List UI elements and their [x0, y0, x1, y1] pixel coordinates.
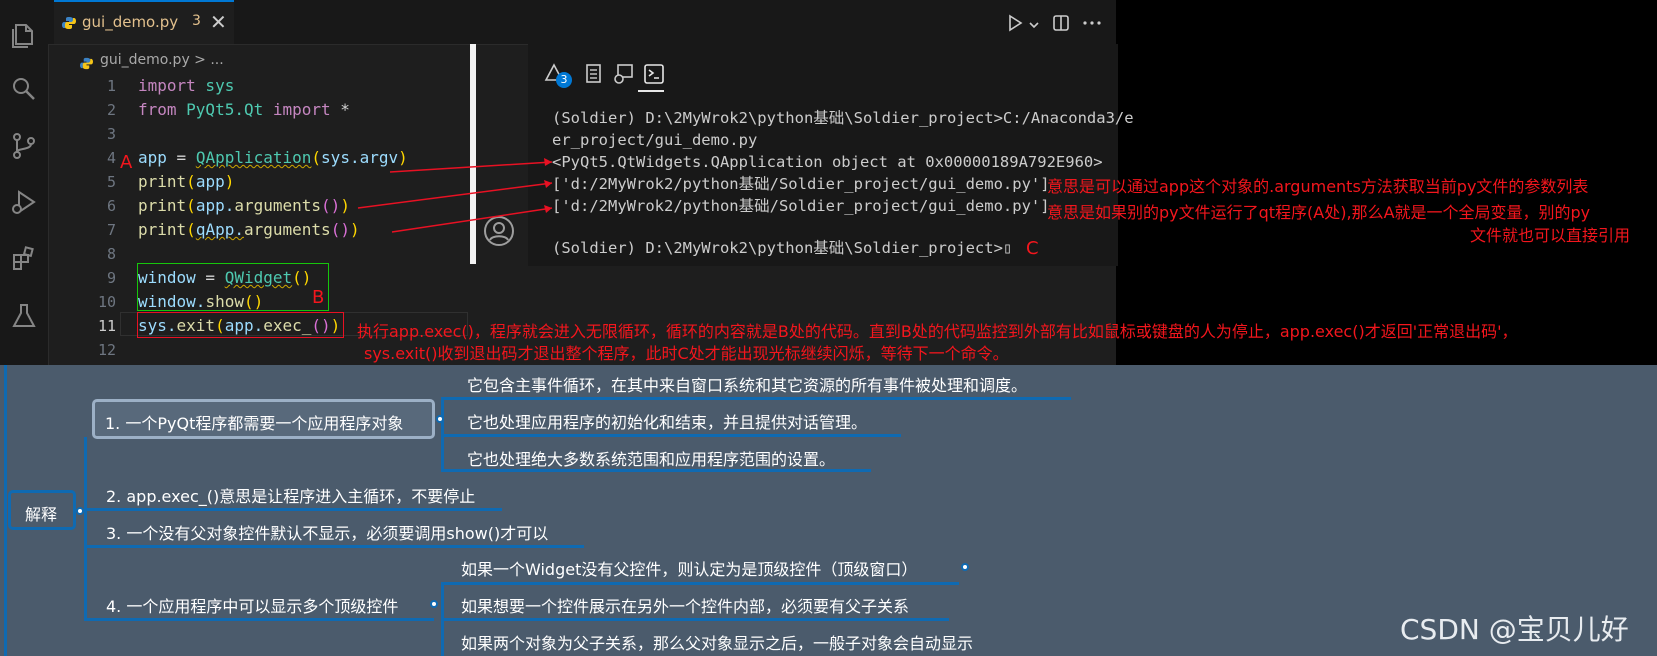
- connector-line: [84, 618, 434, 621]
- annotation-note: 文件就也可以直接引用: [1470, 226, 1631, 245]
- annotation-note: sys.exit()收到退出码才退出整个程序，此时C处才能出现光标继续闪烁，等待…: [364, 344, 1009, 363]
- root-label: 解释: [25, 505, 58, 524]
- collapse-dot-icon[interactable]: [430, 600, 438, 608]
- connector-line: [84, 545, 584, 548]
- connector-line: [441, 582, 959, 585]
- mindmap-node-1[interactable]: 1. 一个PyQt程序都需要一个应用程序对象: [92, 399, 435, 439]
- annotation-note: 意思是可以通过app这个对象的.arguments方法获取当前py文件的参数列表: [1047, 177, 1589, 196]
- mindmap-leaf[interactable]: 它也处理绝大多数系统范围和应用程序范围的设置。: [467, 446, 835, 470]
- mindmap-node-3[interactable]: 3. 一个没有父对象控件默认不显示，必须要调用show()才可以: [106, 520, 548, 544]
- collapse-dot-icon[interactable]: [436, 415, 444, 423]
- mindmap-leaf[interactable]: 它包含主事件循环，在其中来自窗口系统和其它资源的所有事件被处理和调度。: [467, 372, 1027, 396]
- connector-line: [84, 508, 502, 511]
- connector-line: [441, 434, 901, 437]
- annotation-note: 执行app.exec()，程序就会进入无限循环，循环的内容就是B处的代码。直到B…: [357, 322, 1518, 341]
- connector-line: [441, 618, 949, 621]
- mindmap-node-4[interactable]: 4. 一个应用程序中可以显示多个顶级控件: [106, 593, 398, 617]
- collapse-dot-icon[interactable]: [76, 507, 84, 515]
- mindmap-leaf[interactable]: 如果一个Widget没有父控件，则认定为是顶级控件（顶级窗口）: [461, 556, 917, 580]
- connector-line: [84, 437, 87, 619]
- expand-dot-icon[interactable]: [961, 563, 969, 571]
- annotation-note: 意思是如果别的py文件运行了qt程序(A处),那么A就是一个全局变量，别的py: [1047, 203, 1591, 222]
- connector-line: [4, 365, 7, 656]
- mindmap-node-2[interactable]: 2. app.exec_()意思是让程序进入主循环，不要停止: [106, 483, 475, 507]
- mindmap-root-node[interactable]: 解释: [8, 490, 76, 530]
- node-label: 1. 一个PyQt程序都需要一个应用程序对象: [105, 414, 404, 433]
- mindmap-leaf[interactable]: 它也处理应用程序的初始化和结束，并且提供对话管理。: [467, 409, 867, 433]
- connector-line: [441, 397, 1071, 400]
- mindmap-leaf[interactable]: 如果想要一个控件展示在另外一个控件内部，必须要有父子关系: [461, 593, 909, 617]
- mindmap-leaf[interactable]: 如果两个对象为父子关系，那么父对象显示之后，一般子对象会自动显示: [461, 630, 973, 654]
- watermark: CSDN @宝贝儿好: [1400, 613, 1629, 646]
